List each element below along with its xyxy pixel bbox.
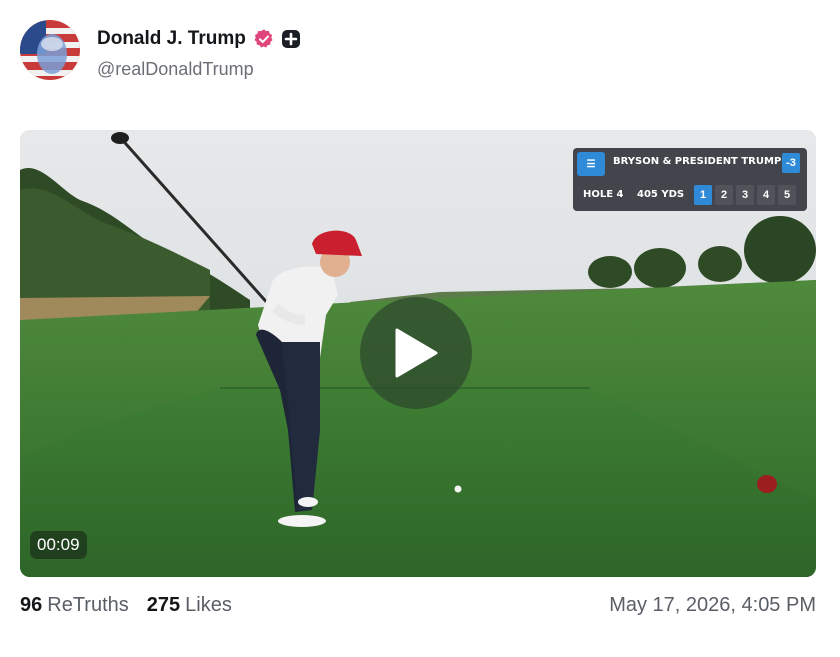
retruths-stat[interactable]: 96 ReTruths: [20, 594, 129, 617]
scorebug-hole-number: 1: [694, 185, 712, 205]
scorebug-hole-number: 5: [778, 185, 796, 205]
likes-count: 275: [146, 594, 181, 616]
post-timestamp[interactable]: May 17, 2026, 4:05 PM: [609, 594, 816, 617]
retruths-label: ReTruths: [47, 594, 129, 616]
scorebug-hole: HOLE 4: [583, 189, 624, 200]
play-button[interactable]: [360, 297, 472, 409]
verified-badge-icon: [254, 29, 273, 48]
league-logo-icon: ☰: [577, 152, 605, 176]
scorebug-holes: 1 2 3 4 5: [694, 185, 796, 205]
video-player[interactable]: ☰ BRYSON & PRESIDENT TRUMP -3 HOLE 4 405…: [20, 130, 816, 577]
post-stats: 96 ReTruths 275 Likes: [20, 594, 232, 617]
author-name[interactable]: Donald J. Trump: [97, 28, 246, 50]
video-duration: 00:09: [30, 531, 87, 559]
likes-stat[interactable]: 275 Likes: [147, 594, 232, 617]
plus-badge-icon: [281, 30, 300, 48]
scorebug: ☰ BRYSON & PRESIDENT TRUMP -3 HOLE 4 405…: [573, 148, 807, 211]
author-row: Donald J. Trump: [97, 27, 301, 51]
scorebug-yardage: 405 YDS: [637, 189, 685, 200]
avatar[interactable]: [20, 20, 80, 80]
author-handle[interactable]: @realDonaldTrump: [97, 59, 254, 80]
likes-label: Likes: [185, 594, 232, 616]
retruths-count: 96: [20, 594, 43, 616]
scorebug-hole-number: 3: [736, 185, 754, 205]
avatar-image: [20, 20, 80, 80]
scorebug-hole-number: 2: [715, 185, 733, 205]
play-icon: [395, 328, 438, 378]
scorebug-hole-number: 4: [757, 185, 775, 205]
scorebug-score: -3: [782, 153, 800, 173]
scorebug-team: BRYSON & PRESIDENT TRUMP: [613, 156, 782, 167]
